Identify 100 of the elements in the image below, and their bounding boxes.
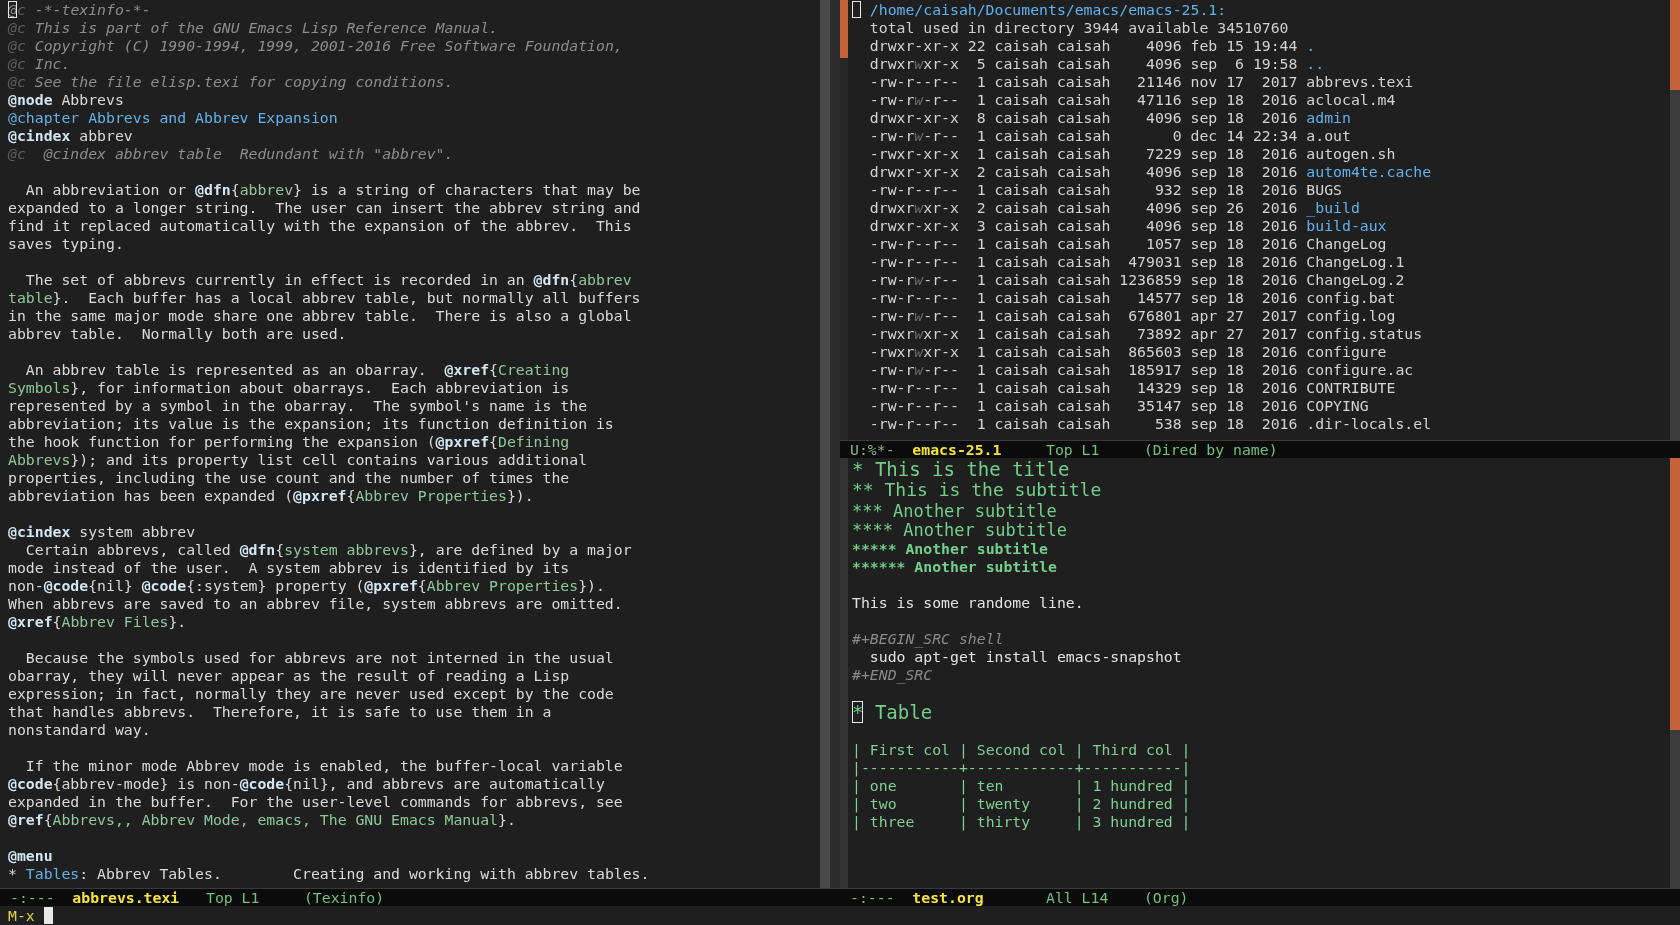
source-line: expanded in the buffer. For the user-level commands for abbrevs, see xyxy=(8,793,623,811)
file-row-text: -rw-rw-r-- 1 caisah caisah 47116 sep 18 2016 aclocal.m4 xyxy=(868,91,1396,109)
buffer-status: -:--- xyxy=(850,889,896,906)
file-row-text: -rw-r--r-- 1 caisah caisah 479031 sep 18 2016 ChangeLog.1 xyxy=(868,253,1405,271)
source-line: abbreviation; its value is the expansion; its function definition is xyxy=(8,415,614,433)
outline-heading: * This is the title xyxy=(852,459,1070,480)
comment-line: @c Copyright (C) 1990-1994, 1999, 2001-2016 Free Software Foundation, xyxy=(8,37,623,55)
source-line: @cindex abbrev xyxy=(8,127,133,145)
summary-line: total used in directory 3944 available 34510760 xyxy=(868,19,1289,37)
file-row-text: drwxr-xr-x 3 caisah caisah 4096 sep 18 2016 build-aux xyxy=(868,217,1387,235)
scroll-bar[interactable] xyxy=(1670,0,1680,440)
buffer-position: Top L1 xyxy=(205,889,261,906)
comment-line: @c See the file elisp.texi for copying conditions. xyxy=(8,73,454,91)
directory-header: /home/caisah/Documents/emacs/emacs-25.1: xyxy=(852,1,1227,19)
source-line: expression; in fact, normally they are never used except by the code xyxy=(8,685,614,703)
file-row-text: -rw-rw-r-- 1 caisah caisah 1236859 sep 18 2016 ChangeLog.2 xyxy=(868,271,1405,289)
file-row-text: -rw-rw-r-- 1 caisah caisah 185917 sep 18 2016 configure.ac xyxy=(868,361,1414,379)
buffer-status: -:--- xyxy=(10,889,56,906)
scroll-bar[interactable] xyxy=(840,458,848,888)
outline-heading: * Table xyxy=(852,701,933,723)
source-line: @node Abbrevs xyxy=(8,91,124,109)
source-line: represented by a symbol in the obarray. The symbol's name is the xyxy=(8,397,588,415)
outline-heading: ***** Another subtitle xyxy=(852,539,1048,558)
source-line: that handles abbrevs. Therefore, it is safe to use them in a xyxy=(8,703,552,721)
table-rule: |-----------+------------+-----------| xyxy=(852,758,1191,777)
comment-line: @c This is part of the GNU Emacs Lisp Reference Manual. xyxy=(8,19,498,37)
text-line: This is some randome line. xyxy=(852,593,1084,612)
file-row-text: drwxrwxr-x 5 caisah caisah 4096 sep 6 19:58 .. xyxy=(868,55,1325,73)
text-cursor xyxy=(43,907,53,924)
buffer-name: emacs-25.1 xyxy=(912,441,1003,458)
table-row: | three | thirty | 3 hundred | xyxy=(852,812,1191,831)
file-row-text: drwxr-xr-x 22 caisah caisah 4096 feb 15 19:44 . xyxy=(868,37,1316,55)
source-line: properties, including the use count and the number of times the xyxy=(8,469,570,487)
buffer-name: abbrevs.texi xyxy=(72,889,181,906)
block-delimiter: #+BEGIN_SRC shell xyxy=(852,629,1004,648)
file-row-text: -rw-rw-r-- 1 caisah caisah 676801 apr 27 2017 config.log xyxy=(868,307,1396,325)
source-line: saves typing. xyxy=(8,235,124,253)
source-line: non-@code{nil} @code{:system} property (@pxref{Abbrev Properties}). xyxy=(8,577,605,595)
source-line: @xref{Abbrev Files}. xyxy=(8,613,187,631)
source-line: The set of abbrevs currently in effect is recorded in an @dfn{abbrev xyxy=(24,271,632,289)
source-line: If the minor mode Abbrev mode is enabled, the buffer-local variable xyxy=(24,757,623,775)
file-row-text: -rw-r--r-- 1 caisah caisah 932 sep 18 2016 BUGS xyxy=(868,181,1342,199)
outline-heading: ****** Another subtitle xyxy=(852,557,1057,576)
source-line: Symbols}, for information about obarrays. Each abbreviation is xyxy=(8,379,570,397)
buffer-status: U:%*- xyxy=(850,441,896,458)
source-line: mode instead of the user. A system abbrev is identified by its xyxy=(8,559,570,577)
file-row-text: drwxrwxr-x 2 caisah caisah 4096 sep 26 2016 _build xyxy=(868,199,1360,217)
source-line: @code{abbrev-mode} is non-@code{nil}, and abbrevs are automatically xyxy=(8,775,605,793)
buffer-name: test.org xyxy=(912,889,985,906)
source-line: nonstandard way. xyxy=(8,721,151,739)
source-line: abbreviation has been expanded (@pxref{Abbrev Properties}). xyxy=(8,487,534,505)
minibuffer-prompt: M-x xyxy=(8,907,35,924)
file-row-text: -rw-r--r-- 1 caisah caisah 21146 nov 17 2017 abbrevs.texi xyxy=(868,73,1414,91)
source-line: @ref{Abbrevs,, Abbrev Mode, emacs, The GNU Emacs Manual}. xyxy=(8,811,516,829)
source-line: @cindex system abbrev xyxy=(8,523,196,541)
file-row-text: -rwxr-xr-x 1 caisah caisah 7229 sep 18 2016 autogen.sh xyxy=(868,145,1396,163)
outline-heading: ** This is the subtitle xyxy=(852,480,1102,501)
outline-heading: **** Another subtitle xyxy=(852,520,1067,540)
file-row-text: -rwxrwxr-x 1 caisah caisah 865603 sep 18 2016 configure xyxy=(868,343,1387,361)
source-line: @chapter Abbrevs and Abbrev Expansion xyxy=(8,109,338,127)
source-line: obarray, they will never appear as the result of reading a Lisp xyxy=(8,667,570,685)
source-line: find it replaced automatically with the expansion of the abbrev. This xyxy=(8,217,632,235)
table-row: | two | twenty | 2 hundred | xyxy=(852,794,1191,813)
buffer-position: Top L1 xyxy=(1045,441,1101,458)
scroll-bar[interactable] xyxy=(1670,458,1680,888)
source-line: When abbrevs are saved to an abbrev file, system abbrevs are omitted. xyxy=(8,595,623,613)
source-line: * Tables: Abbrev Tables. Creating and working with abbrev tables. xyxy=(8,865,650,883)
text-line: sudo apt-get install emacs-snapshot xyxy=(869,647,1182,666)
source-line: Abbrevs}); and its property list cell contains various additional xyxy=(8,451,588,469)
source-line: An abbreviation or @dfn{abbrev} is a string of characters that may be xyxy=(24,181,641,199)
outline-heading: *** Another subtitle xyxy=(852,500,1057,521)
scroll-bar[interactable] xyxy=(840,0,848,440)
file-row-text: -rw-r--r-- 1 caisah caisah 538 sep 18 2016 .dir-locals.el xyxy=(868,415,1432,433)
file-row-text: -rw-rw-r-- 1 caisah caisah 0 dec 14 22:34 a.out xyxy=(868,127,1351,145)
comment-line: @c @cindex abbrev table Redundant with "abbrev". xyxy=(8,145,454,163)
source-line: expanded to a longer string. The user can insert the abbrev string and xyxy=(8,199,641,217)
comment-line: @c Inc. xyxy=(8,55,71,73)
block-delimiter: #+END_SRC xyxy=(852,665,933,684)
file-row-text: -rw-r--r-- 1 caisah caisah 35147 sep 18 2016 COPYING xyxy=(868,397,1369,415)
scroll-bar[interactable] xyxy=(820,0,830,888)
table-row: | First col | Second col | Third col | xyxy=(852,740,1191,759)
major-mode: (Texinfo) xyxy=(303,889,385,906)
file-row-text: -rwxrwxr-x 1 caisah caisah 73892 apr 27 2017 config.status xyxy=(868,325,1423,343)
source-line: @menu xyxy=(8,847,53,865)
major-mode: (Dired by name) xyxy=(1143,441,1278,458)
source-line: An abbrev table is represented as an obarray. @xref{Creating xyxy=(24,361,570,379)
source-line: in the same major mode share one abbrev table. There is also a global xyxy=(8,307,632,325)
source-line: the hook function for performing the expansion (@pxref{Defining xyxy=(8,433,570,451)
buffer-position: All L14 xyxy=(1045,889,1110,906)
source-line: Because the symbols used for abbrevs are not interned in the usual xyxy=(24,649,614,667)
major-mode: (Org) xyxy=(1143,889,1189,906)
table-row: | one | ten | 1 hundred | xyxy=(852,776,1191,795)
source-line: Certain abbrevs, called @dfn{system abbrevs}, are defined by a major xyxy=(24,541,632,559)
file-row-text: -rw-r--r-- 1 caisah caisah 14577 sep 18 2016 config.bat xyxy=(868,289,1396,307)
source-line: table}. Each buffer has a local abbrev table, but normally all buffers xyxy=(8,289,641,307)
source-line: abbrev table. Normally both are used. xyxy=(8,325,347,343)
file-row-text: -rw-r--r-- 1 caisah caisah 1057 sep 18 2016 ChangeLog xyxy=(868,235,1387,253)
file-row-text: drwxr-xr-x 8 caisah caisah 4096 sep 18 2016 admin xyxy=(868,109,1351,127)
file-row-text: -rw-r--r-- 1 caisah caisah 14329 sep 18 2016 CONTRIBUTE xyxy=(868,379,1396,397)
file-row-text: drwxr-xr-x 2 caisah caisah 4096 sep 18 2016 autom4te.cache xyxy=(868,163,1432,181)
